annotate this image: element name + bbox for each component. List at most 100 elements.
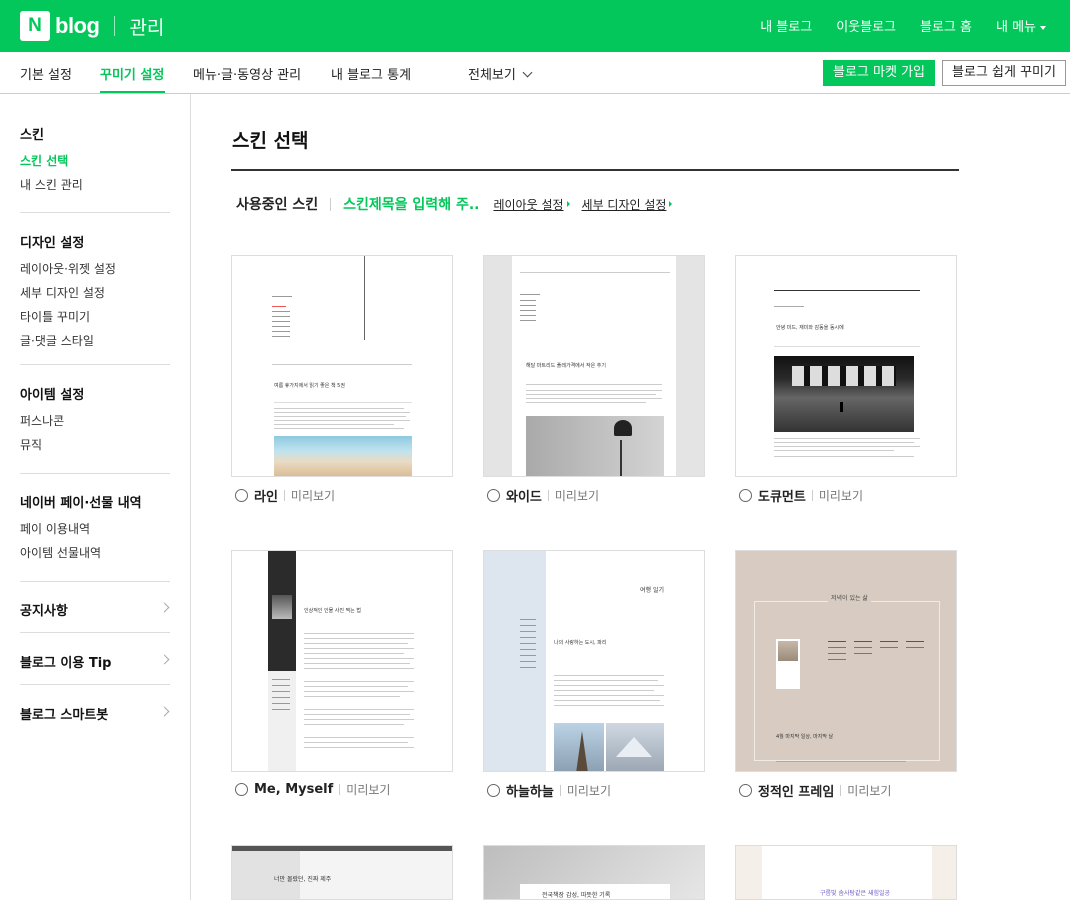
thumb-line bbox=[520, 320, 536, 321]
blog-market-join-button[interactable]: 블로그 마켓 가입 bbox=[823, 60, 935, 86]
caret-down-icon bbox=[1040, 25, 1046, 30]
thumb-line bbox=[304, 709, 414, 710]
sidebar: 스킨 스킨 선택 내 스킨 관리 디자인 설정 레이아웃·위젯 설정 세부 디자… bbox=[0, 94, 191, 900]
skin-thumbnail-cotton-candy[interactable]: 구름빛 솜사탕같은 새힘일공 bbox=[735, 845, 957, 900]
skin-thumbnail-jeju[interactable]: 너만 몰랐던, 진짜 제주 bbox=[231, 845, 453, 900]
thumb-beach-image bbox=[274, 436, 412, 476]
sidebar-divider bbox=[20, 473, 170, 474]
thumb-line bbox=[304, 638, 414, 639]
radio-document[interactable] bbox=[739, 489, 752, 502]
thumb-eiffel-image bbox=[554, 723, 604, 771]
preview-link-haneul[interactable]: 미리보기 bbox=[567, 782, 611, 799]
radio-line[interactable] bbox=[235, 489, 248, 502]
easy-decorate-button[interactable]: 블로그 쉽게 꾸미기 bbox=[942, 60, 1066, 86]
logo-divider bbox=[114, 16, 116, 36]
thumb-side-band bbox=[676, 256, 704, 476]
sidebar-link-notice[interactable]: 공지사항 bbox=[20, 600, 170, 619]
skin-name-haneul: 하늘하늘 bbox=[506, 785, 554, 800]
sidebar-item-my-skin[interactable]: 내 스킨 관리 bbox=[20, 176, 170, 193]
layout-settings-link[interactable]: 레이아웃 설정 bbox=[493, 196, 563, 213]
sidebar-item-gift-history[interactable]: 아이템 선물내역 bbox=[20, 544, 170, 561]
tab-blog-stats[interactable]: 내 블로그 통계 bbox=[331, 64, 411, 83]
thumb-profile-image bbox=[778, 641, 798, 661]
preview-link-wide[interactable]: 미리보기 bbox=[555, 487, 599, 504]
thumb-lamp-pole bbox=[620, 440, 622, 476]
skin-thumbnail-static-frame[interactable]: 저녁이 있는 삶 4월 마지막 일상, 마지막 날 bbox=[735, 550, 957, 772]
label-divider bbox=[559, 785, 561, 796]
thumb-line bbox=[776, 761, 906, 762]
thumb-line bbox=[774, 442, 914, 443]
radio-haneul[interactable] bbox=[487, 784, 500, 797]
title-divider bbox=[231, 169, 959, 171]
thumb-line bbox=[520, 649, 536, 650]
blog-home-link[interactable]: 블로그 홈 bbox=[920, 16, 972, 35]
sidebar-item-music[interactable]: 뮤직 bbox=[20, 436, 170, 453]
thumb-line bbox=[304, 686, 408, 687]
tab-menu-post-video[interactable]: 메뉴·글·동영상 관리 bbox=[193, 64, 301, 83]
thumb-line bbox=[304, 737, 414, 738]
thumb-line bbox=[554, 685, 664, 686]
thumb-line bbox=[272, 691, 290, 692]
thumb-line bbox=[272, 316, 290, 317]
thumb-line bbox=[906, 641, 924, 642]
sidebar-divider bbox=[20, 632, 170, 633]
thumb-profile-box bbox=[776, 639, 800, 689]
current-skin-label: 사용중인 스킨 bbox=[236, 197, 319, 213]
neighbor-blog-link[interactable]: 이웃블로그 bbox=[836, 16, 896, 35]
my-blog-link[interactable]: 내 블로그 bbox=[760, 16, 812, 35]
radio-static-frame[interactable] bbox=[739, 784, 752, 797]
sidebar-item-title-decorate[interactable]: 타이틀 꾸미기 bbox=[20, 308, 170, 325]
thumb-line bbox=[880, 641, 898, 642]
thumb-line bbox=[774, 446, 920, 447]
thumb-line bbox=[272, 311, 290, 312]
tab-decoration-settings[interactable]: 꾸미기 설정 bbox=[100, 64, 164, 83]
thumb-line bbox=[274, 412, 410, 413]
sidebar-link-tip[interactable]: 블로그 이용 Tip bbox=[20, 652, 170, 671]
chevron-down-icon bbox=[522, 67, 533, 78]
thumb-line bbox=[906, 647, 924, 648]
skin-thumbnail-wide[interactable]: 해달 마트리드 플레가격에서 작은 추기 bbox=[483, 255, 705, 477]
label-divider bbox=[547, 490, 549, 501]
thumb-line bbox=[304, 663, 410, 664]
sidebar-item-post-comment-style[interactable]: 글·댓글 스타일 bbox=[20, 332, 170, 349]
naver-blog-logo[interactable]: N blog 관리 bbox=[20, 11, 164, 41]
label-divider bbox=[811, 490, 813, 501]
thumb-line bbox=[272, 331, 290, 332]
sidebar-link-smartbot[interactable]: 블로그 스마트봇 bbox=[20, 704, 170, 723]
sidebar-item-layout-widget[interactable]: 레이아웃·위젯 설정 bbox=[20, 260, 170, 277]
skin-thumbnail-bookshelf[interactable]: 전국책장 감성, 따뜻한 기록 bbox=[483, 845, 705, 900]
skin-thumbnail-document[interactable]: 안녕 미드, 재미와 감동을 동시에 bbox=[735, 255, 957, 477]
thumb-line bbox=[526, 402, 646, 403]
radio-me-myself[interactable] bbox=[235, 783, 248, 796]
preview-link-static-frame[interactable]: 미리보기 bbox=[847, 782, 891, 799]
thumb-line bbox=[554, 695, 664, 696]
my-menu-link[interactable]: 내 메뉴 bbox=[996, 16, 1046, 35]
thumb-windows bbox=[792, 366, 896, 386]
skin-thumbnail-line[interactable]: 여름 휴가지에서 읽기 좋은 책 5권 bbox=[231, 255, 453, 477]
preview-link-document[interactable]: 미리보기 bbox=[819, 487, 863, 504]
thumb-line bbox=[274, 420, 410, 421]
tab-basic-settings[interactable]: 기본 설정 bbox=[20, 64, 72, 83]
sidebar-item-pay-history[interactable]: 페이 이용내역 bbox=[20, 520, 170, 537]
tab-view-all[interactable]: 전체보기 bbox=[468, 64, 533, 83]
thumb-line bbox=[554, 705, 664, 706]
sidebar-item-skin-select[interactable]: 스킨 선택 bbox=[20, 152, 170, 169]
thumb-line bbox=[304, 714, 410, 715]
detail-design-link[interactable]: 세부 디자인 설정 bbox=[582, 196, 667, 213]
thumb-line bbox=[272, 679, 290, 680]
radio-wide[interactable] bbox=[487, 489, 500, 502]
naver-n-icon: N bbox=[20, 11, 50, 41]
skin-thumbnail-haneul[interactable]: 여행 일기 나의 사랑하는 도시, 파리 bbox=[483, 550, 705, 772]
thumb-line bbox=[304, 643, 408, 644]
sidebar-item-personacon[interactable]: 퍼스나콘 bbox=[20, 412, 170, 429]
sidebar-item-detail-design[interactable]: 세부 디자인 설정 bbox=[20, 284, 170, 301]
preview-link-me-myself[interactable]: 미리보기 bbox=[346, 781, 390, 798]
skin-thumbnail-me-myself[interactable]: 인상적인 인물 사진 찍는 법 bbox=[231, 550, 453, 772]
thumb-line bbox=[304, 724, 404, 725]
skin-option-static-frame: 정적인 프레임 미리보기 bbox=[739, 781, 891, 800]
thumb-line bbox=[272, 296, 292, 297]
thumb-post-title: 전국책장 감성, 따뜻한 기록 bbox=[542, 892, 611, 899]
preview-link-line[interactable]: 미리보기 bbox=[291, 487, 335, 504]
sidebar-title-skin: 스킨 bbox=[20, 128, 44, 143]
thumb-line bbox=[526, 394, 656, 395]
